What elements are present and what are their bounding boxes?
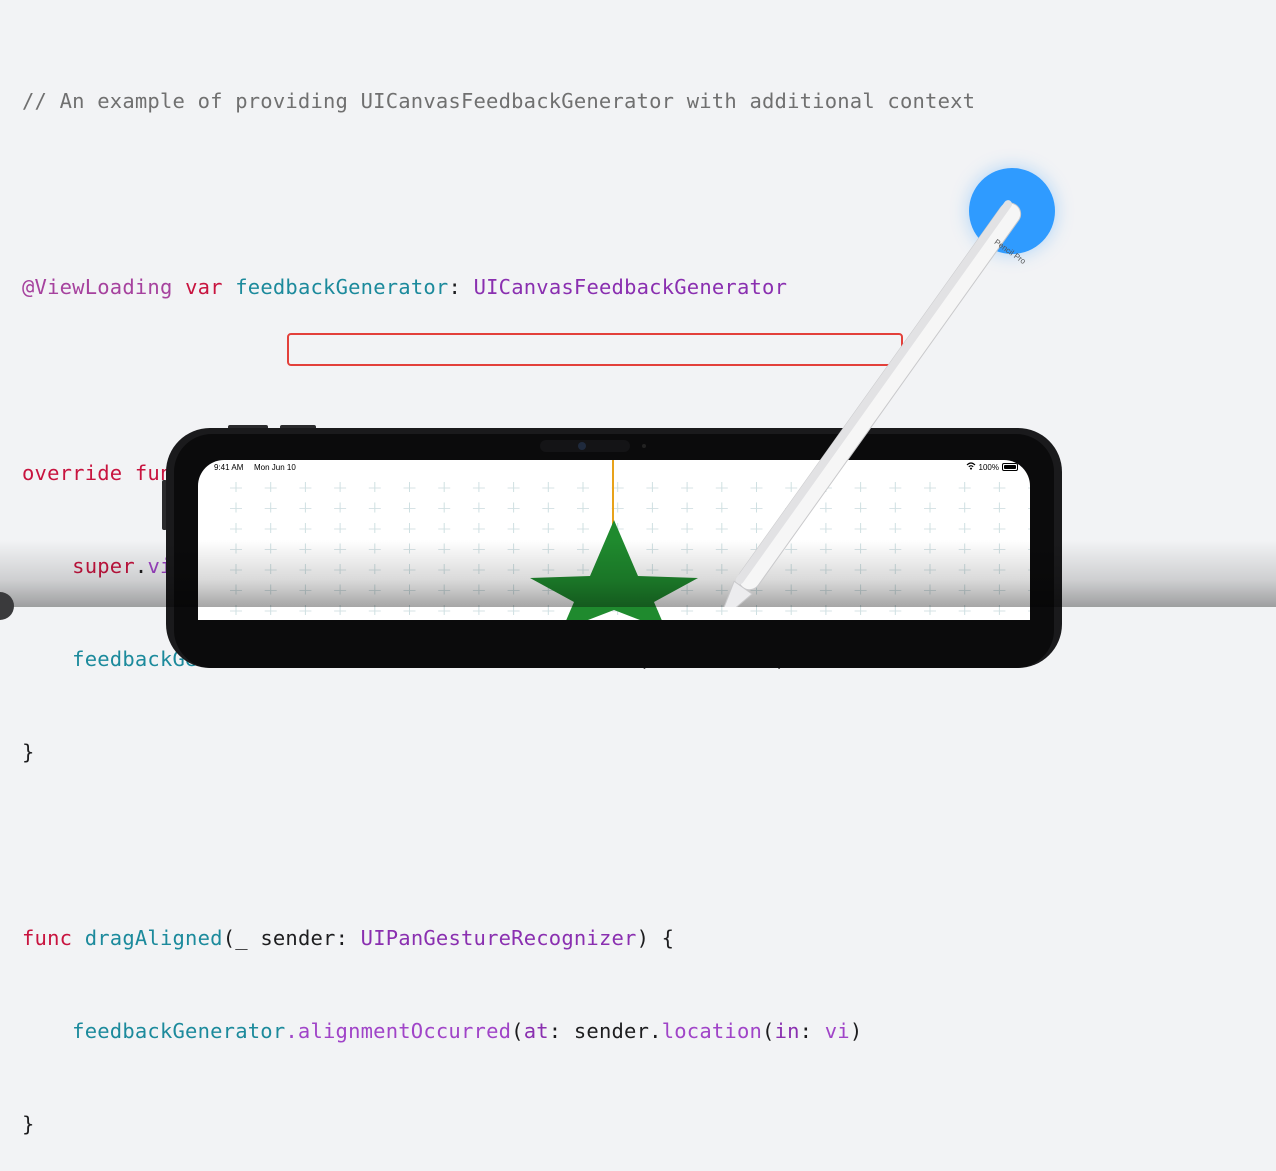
code-line-close: } [22, 740, 35, 764]
code-line-call: feedbackGenerator.alignmentOccurred(at: … [72, 1019, 863, 1043]
code-line-close: } [22, 1112, 35, 1136]
code-line-func: func dragAligned(_ sender: UIPanGestureR… [22, 926, 675, 950]
pencil-label: Pencil Pro [993, 237, 1028, 266]
pencil-shade [735, 200, 1012, 585]
pencil-body [737, 202, 1022, 591]
apple-pencil: Pencil Pro [720, 200, 1028, 607]
